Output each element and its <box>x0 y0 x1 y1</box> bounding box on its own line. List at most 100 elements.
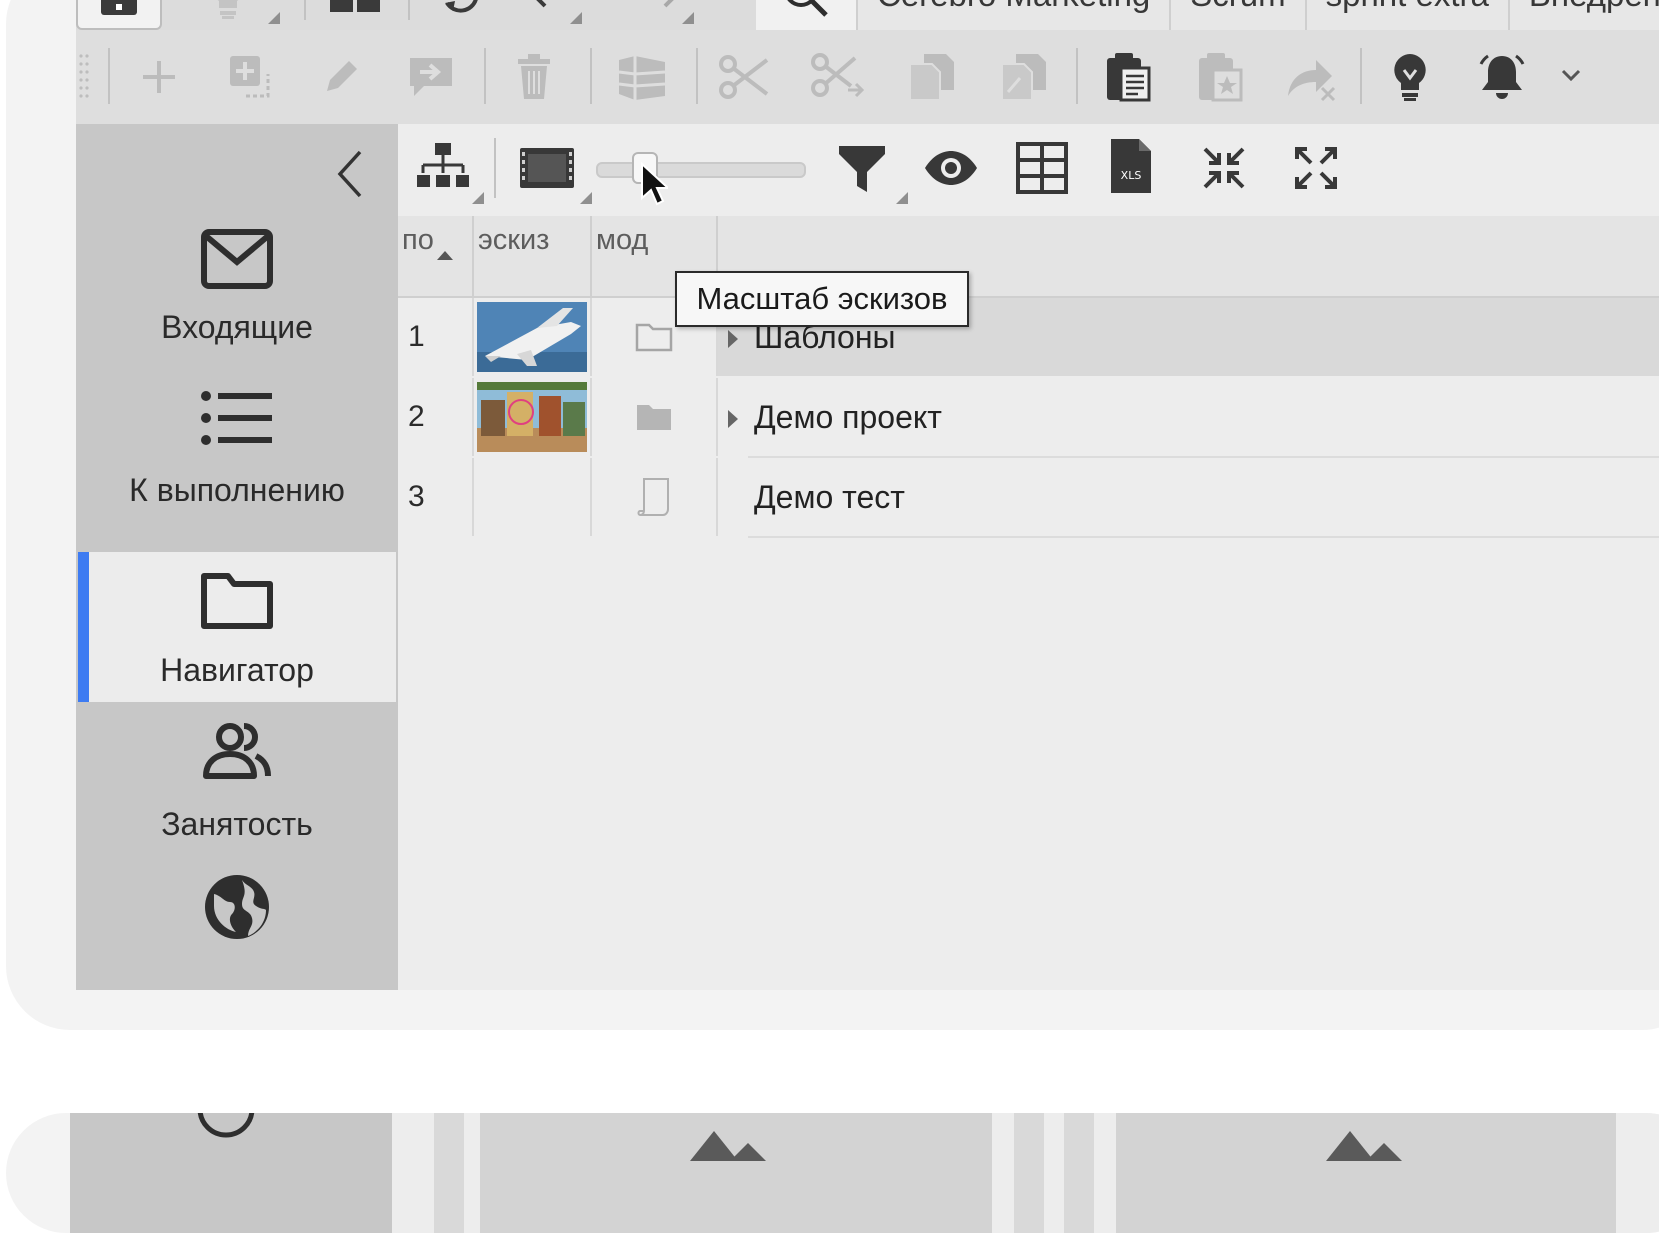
thumbnail-cell[interactable] <box>474 378 592 456</box>
image-placeholder-icon <box>1326 1131 1402 1161</box>
table-row[interactable]: 2 Демо проект <box>398 378 1659 456</box>
scissors-arrow-icon <box>811 53 865 98</box>
notifications-button[interactable] <box>1474 50 1530 104</box>
sidebar-item-navigator[interactable]: Навигатор <box>78 552 396 702</box>
expand-all-button[interactable] <box>1290 142 1342 194</box>
envelope-icon <box>200 228 274 290</box>
users-icon <box>200 722 274 780</box>
exclamation-book-icon <box>101 0 137 15</box>
thumbnail-image <box>477 382 587 452</box>
image-placeholder-icon <box>690 1131 766 1161</box>
edit-button[interactable] <box>316 52 366 102</box>
copy-button[interactable] <box>904 52 960 102</box>
delete-button[interactable] <box>510 52 558 102</box>
caret-down-icon <box>1561 69 1581 81</box>
redirect-button[interactable] <box>1282 50 1338 104</box>
more-menu-button[interactable] <box>1556 60 1586 90</box>
paste-special-button[interactable] <box>1192 50 1248 104</box>
row-number: 1 <box>398 298 474 376</box>
clipboard-star-icon <box>1199 53 1243 102</box>
copy-link-button[interactable] <box>996 52 1052 102</box>
collapse-arrows-icon <box>1203 147 1245 189</box>
bell-icon <box>1479 54 1525 99</box>
tab-scrum[interactable]: Scrum <box>1169 0 1305 30</box>
sidebar-item-web[interactable] <box>76 854 398 990</box>
sidebar-item-workload[interactable]: Занятость <box>76 704 398 854</box>
table-row[interactable]: 3 Демо тест <box>398 458 1659 536</box>
thumbnail-cell[interactable] <box>474 458 592 536</box>
collapse-sidebar-button[interactable] <box>330 144 370 204</box>
idea-button[interactable] <box>168 0 288 30</box>
xls-file-icon: XLS <box>1111 139 1151 193</box>
type-cell <box>592 378 718 456</box>
forward-button[interactable] <box>624 0 694 30</box>
expand-arrow-icon[interactable] <box>728 330 738 348</box>
thumbnail-cell[interactable] <box>474 298 592 376</box>
archive-button[interactable] <box>614 52 670 102</box>
sort-asc-icon <box>437 251 453 260</box>
reader-button[interactable] <box>312 0 398 30</box>
add-subtask-button[interactable] <box>224 52 278 102</box>
sidebar-preview <box>70 1113 392 1233</box>
idea-toolbar-button[interactable] <box>1382 50 1438 104</box>
film-strip-icon <box>520 148 574 188</box>
edit-toolbar <box>76 30 1659 124</box>
row-name: Демо тест <box>754 478 905 515</box>
refresh-button[interactable] <box>426 0 496 30</box>
export-xls-button[interactable]: XLS <box>1106 136 1156 196</box>
top-toolbar: Cerebro Marketing Scrum sprint extra Вне… <box>76 0 1659 31</box>
app-card: Cerebro Marketing Scrum sprint extra Вне… <box>6 0 1659 1030</box>
type-cell <box>592 458 718 536</box>
thumbnail-image <box>477 302 587 372</box>
slider-track[interactable] <box>596 162 806 178</box>
sidebar-item-label: Навигатор <box>160 652 314 688</box>
table-view-button[interactable] <box>1014 140 1070 196</box>
thumbnails-button[interactable] <box>516 142 592 204</box>
paste-button[interactable] <box>1100 50 1156 104</box>
archive-icon <box>618 56 666 100</box>
navigator-panel: XLS по эскиз мод 1 Шаблоны 2 Демо проект… <box>398 124 1659 990</box>
eye-icon <box>925 151 977 185</box>
back-button[interactable] <box>516 0 586 30</box>
tab-cerebro-marketing[interactable]: Cerebro Marketing <box>856 0 1170 30</box>
drag-handle[interactable] <box>76 52 92 102</box>
plus-icon <box>143 61 175 93</box>
cut-button[interactable] <box>716 52 772 102</box>
tooltip: Масштаб эскизов <box>675 271 969 327</box>
table-grid-icon <box>1016 142 1068 194</box>
column-header-order[interactable]: по <box>398 216 474 296</box>
pencil-icon <box>327 61 357 91</box>
tab-vnedrenie[interactable]: Внедрение <box>1507 0 1659 30</box>
tab-sprint-extra[interactable]: sprint extra <box>1304 0 1508 30</box>
search-icon <box>787 0 828 17</box>
expand-arrows-icon <box>1295 147 1337 189</box>
add-button[interactable] <box>134 52 184 102</box>
hierarchy-button[interactable] <box>414 140 484 204</box>
visibility-button[interactable] <box>922 142 980 194</box>
important-button[interactable] <box>76 0 162 30</box>
globe-icon <box>202 872 272 942</box>
open-book-icon <box>330 0 380 12</box>
cut-link-button[interactable] <box>810 52 866 102</box>
table-row[interactable]: 1 Шаблоны <box>398 298 1659 376</box>
main-preview <box>392 1113 1659 1233</box>
collapse-all-button[interactable] <box>1198 142 1250 194</box>
add-subtask-icon <box>230 56 270 98</box>
chevron-left-icon <box>337 150 362 198</box>
column-header-thumbnail[interactable]: эскиз <box>474 216 592 296</box>
row-name: Демо проект <box>754 398 942 435</box>
trash-icon <box>518 54 550 99</box>
sidebar-item-inbox[interactable]: Входящие <box>76 214 398 364</box>
folder-icon <box>200 570 274 632</box>
search-button[interactable] <box>756 0 856 30</box>
sidebar-item-todo[interactable]: К выполнению <box>76 368 398 518</box>
expand-arrow-icon[interactable] <box>728 410 738 428</box>
message-button[interactable] <box>404 52 458 102</box>
grip-dots-icon <box>79 54 89 98</box>
app-window: Cerebro Marketing Scrum sprint extra Вне… <box>76 0 1659 990</box>
row-number: 2 <box>398 378 474 456</box>
table-header: по эскиз мод <box>398 216 1659 298</box>
hierarchy-icon <box>417 143 469 187</box>
filter-button[interactable] <box>834 140 908 204</box>
folder-outline-icon <box>635 323 673 352</box>
